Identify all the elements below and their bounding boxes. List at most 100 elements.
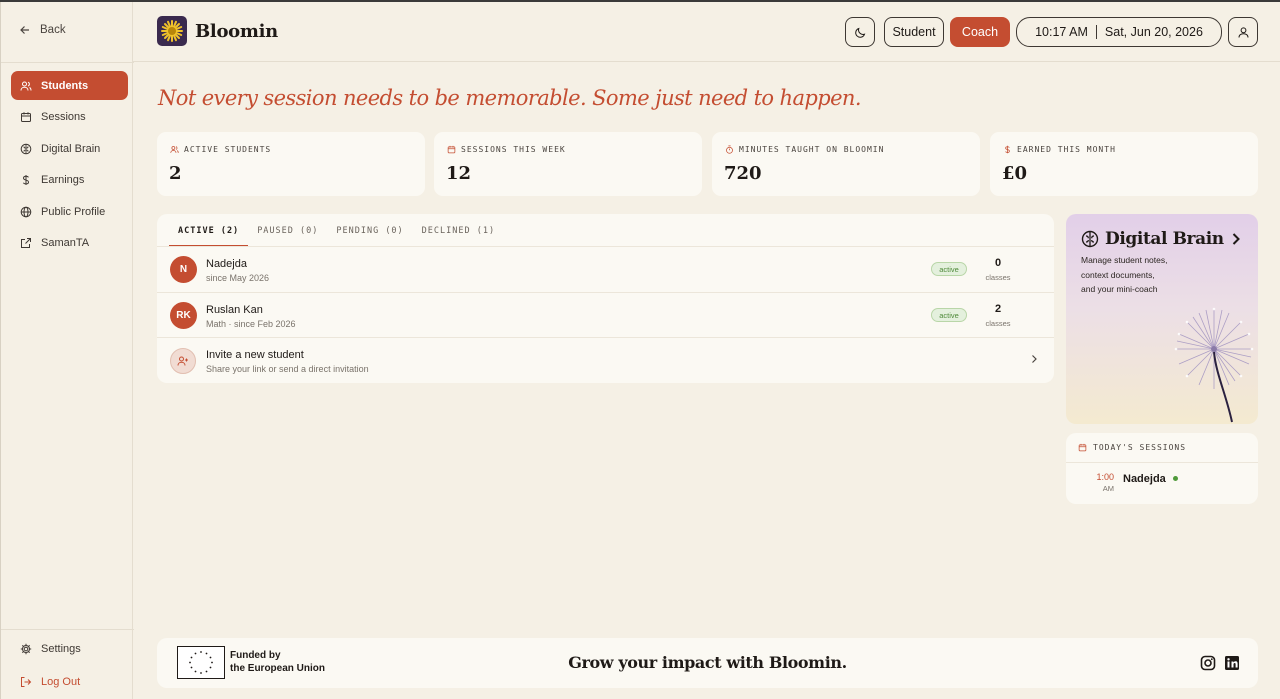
- sidebar-item-earnings[interactable]: Earnings: [11, 166, 128, 195]
- arrow-left-icon: [20, 26, 29, 34]
- logout-button[interactable]: Log Out: [20, 676, 80, 688]
- sidebar-item-label: Sessions: [41, 111, 86, 124]
- chevron-right-icon: [1232, 233, 1240, 245]
- profile-button[interactable]: [1228, 17, 1258, 47]
- stat-card-sessions-this-week: SESSIONS THIS WEEK 12: [434, 132, 702, 196]
- current-time: 10:17 AM: [1035, 25, 1088, 39]
- sidebar-item-label: SamanTA: [41, 237, 90, 250]
- student-meta: Math · since Feb 2026: [206, 319, 296, 329]
- divider: [1, 62, 134, 63]
- tab-active[interactable]: ACTIVE (2): [169, 224, 249, 247]
- student-status-tabs: ACTIVE (2) PAUSED (0) PENDING (0) DECLIN…: [169, 224, 504, 247]
- sidebar-item-students[interactable]: Students: [11, 71, 128, 100]
- sidebar-item-label: Earnings: [41, 174, 85, 187]
- digital-brain-card[interactable]: Digital Brain Manage student notes, cont…: [1066, 214, 1258, 424]
- theme-toggle-button[interactable]: [845, 17, 875, 47]
- sidebar-item-label: Students: [41, 79, 89, 92]
- gear-icon: [20, 643, 32, 655]
- settings-label: Settings: [41, 643, 81, 655]
- sidebar-item-sessions[interactable]: Sessions: [11, 103, 128, 132]
- bloomin-logo: [157, 16, 187, 46]
- tab-paused[interactable]: PAUSED (0): [248, 224, 327, 247]
- stat-label: EARNED THIS MONTH: [1017, 145, 1116, 154]
- page-tagline: Not every session needs to be memorable.…: [158, 86, 862, 110]
- student-name: Ruslan Kan: [206, 304, 263, 316]
- student-row[interactable]: RK Ruslan Kan Math · since Feb 2026 acti…: [157, 293, 1054, 338]
- digital-brain-title: Digital Brain: [1105, 229, 1224, 249]
- session-ampm: AM: [1102, 484, 1114, 493]
- footer-slogan: Grow your impact with Bloomin.: [568, 653, 847, 672]
- invite-title: Invite a new student: [206, 349, 304, 361]
- sidebar-item-digital-brain[interactable]: Digital Brain: [11, 134, 128, 163]
- timer-icon: [726, 145, 733, 154]
- brain-icon: [1081, 230, 1099, 248]
- datetime-display: 10:17 AM Sat, Jun 20, 2026: [1016, 17, 1222, 47]
- sunflower-icon: [161, 20, 183, 42]
- back-button[interactable]: Back: [19, 24, 66, 36]
- logout-label: Log Out: [41, 676, 81, 688]
- coach-mode-button[interactable]: Coach: [950, 17, 1010, 47]
- stat-card-earned-this-month: EARNED THIS MONTH £0: [990, 132, 1258, 196]
- chevron-right-icon: [1032, 355, 1037, 363]
- session-time: 1:00: [1096, 472, 1114, 482]
- todays-sessions-card: TODAY'S SESSIONS 1:00 AM Nadejda: [1066, 433, 1258, 504]
- divider: [1, 629, 134, 630]
- tab-declined[interactable]: DECLINED (1): [413, 224, 504, 247]
- class-count: 2: [994, 303, 1002, 315]
- avatar: N: [170, 256, 197, 283]
- logout-icon: [21, 677, 32, 687]
- globe-icon: [20, 206, 32, 218]
- users-icon: [170, 146, 179, 153]
- tab-pending[interactable]: PENDING (0): [327, 224, 412, 247]
- footer-banner: Funded by the European Union Grow your i…: [157, 638, 1258, 688]
- student-meta: since May 2026: [206, 273, 270, 283]
- divider: [1066, 462, 1258, 463]
- sidebar-item-label: Public Profile: [41, 205, 106, 218]
- session-student-name: Nadejda: [1123, 473, 1166, 485]
- users-icon: [20, 81, 32, 91]
- calendar-icon: [21, 112, 31, 123]
- dollar-icon: [22, 175, 30, 186]
- settings-button[interactable]: Settings: [20, 643, 81, 655]
- description-line: Manage student notes,: [1081, 255, 1168, 265]
- sidebar-nav: Students Sessions Digital Brain Earnings…: [11, 71, 128, 261]
- moon-icon: [854, 27, 865, 38]
- invite-student-row[interactable]: Invite a new student Share your link or …: [157, 338, 1054, 383]
- sidebar-item-public-profile[interactable]: Public Profile: [11, 197, 128, 226]
- brand-name: Bloomin: [195, 21, 278, 42]
- brain-icon: [20, 143, 32, 154]
- stat-value: 2: [169, 163, 182, 184]
- stat-value: 720: [724, 163, 762, 184]
- top-header: Bloomin Student Coach 10:17 AM Sat, Jun …: [133, 2, 1280, 62]
- class-count-label: classes: [985, 273, 1011, 282]
- description-line: context documents,: [1081, 269, 1155, 280]
- students-panel: ACTIVE (2) PAUSED (0) PENDING (0) DECLIN…: [157, 214, 1054, 383]
- user-icon: [1238, 26, 1248, 38]
- external-link-icon: [21, 238, 31, 249]
- user-plus-icon: [170, 348, 196, 374]
- class-count: 0: [994, 257, 1002, 269]
- student-name: Nadejda: [206, 258, 247, 270]
- back-label: Back: [40, 24, 66, 36]
- calendar-icon: [1078, 443, 1087, 452]
- invite-subtitle: Share your link or send a direct invitat…: [206, 364, 369, 374]
- dollar-icon: [1005, 145, 1010, 154]
- stat-card-active-students: ACTIVE STUDENTS 2: [157, 132, 425, 196]
- sidebar-item-label: Digital Brain: [41, 142, 101, 155]
- linkedin-icon[interactable]: [1224, 655, 1240, 671]
- student-row[interactable]: N Nadejda since May 2026 active 0 classe…: [157, 247, 1054, 292]
- instagram-icon[interactable]: [1200, 655, 1216, 671]
- stat-value: 12: [446, 163, 472, 184]
- current-date: Sat, Jun 20, 2026: [1104, 25, 1203, 39]
- dandelion-illustration: [1174, 307, 1254, 423]
- calendar-icon: [447, 145, 456, 154]
- avatar: RK: [170, 302, 197, 329]
- stat-label: SESSIONS THIS WEEK: [461, 145, 566, 154]
- class-count-label: classes: [985, 319, 1011, 328]
- student-mode-button[interactable]: Student: [884, 17, 944, 47]
- status-badge: active: [931, 262, 967, 276]
- sidebar-item-samanta[interactable]: SamanTA: [11, 229, 128, 258]
- stat-label: ACTIVE STUDENTS: [184, 145, 272, 154]
- sidebar: Back Students Sessions Digital Brain Ear…: [0, 2, 134, 699]
- status-badge: active: [931, 308, 967, 322]
